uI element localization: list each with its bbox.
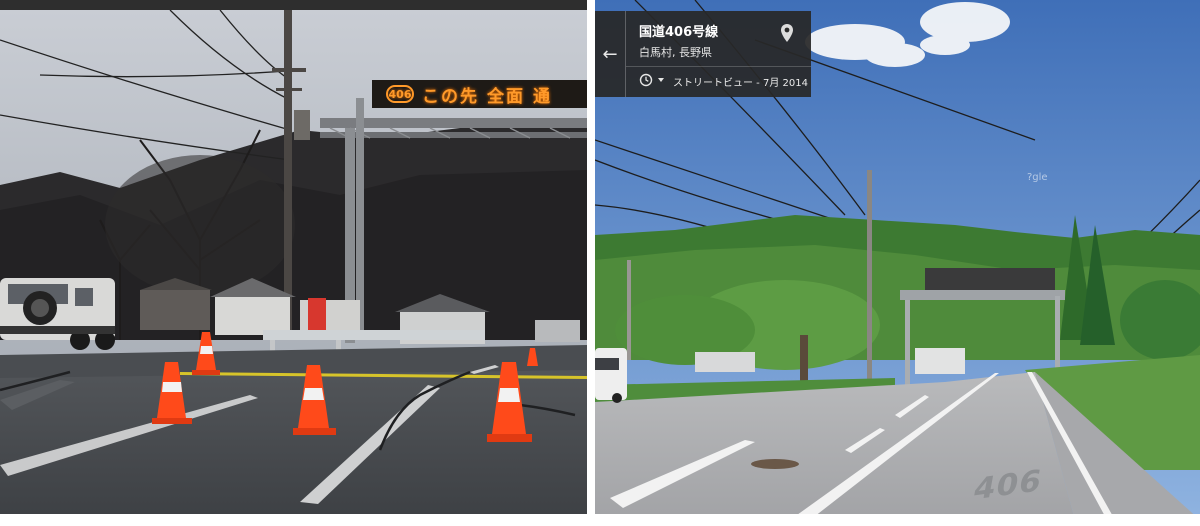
led-sign-text-1: この先: [422, 86, 479, 107]
street-view-info-card: ← 国道406号線 白馬村, 長野県 ストリートビュー - 7月 2014: [595, 11, 811, 97]
map-watermark: ?gle: [1027, 172, 1048, 183]
caret-down-icon: [658, 78, 664, 82]
route-number-badge: 406: [386, 85, 414, 103]
led-road-sign: 406 この先 全面 通: [372, 80, 587, 108]
bottom-border: [0, 514, 1200, 526]
road-name-title: 国道406号線: [639, 25, 719, 40]
location-label: 白馬村, 長野県: [639, 46, 712, 59]
led-sign-text-2: 全面: [487, 86, 525, 107]
comparison-image: 406 この先 全面 通 406 ?gle ← 国道406号線 白馬村, 長野県…: [0, 0, 1200, 526]
led-sign-text-3: 通: [533, 86, 552, 107]
map-pin-icon[interactable]: [779, 23, 795, 43]
card-separator: [626, 66, 811, 67]
capture-date-label: ストリートビュー - 7月 2014: [673, 78, 808, 89]
time-history-button[interactable]: [639, 73, 665, 87]
clock-icon: [639, 73, 653, 87]
panel-divider: [587, 0, 595, 526]
arrow-left-icon: ←: [602, 43, 618, 65]
back-arrow-button[interactable]: ←: [595, 11, 626, 97]
